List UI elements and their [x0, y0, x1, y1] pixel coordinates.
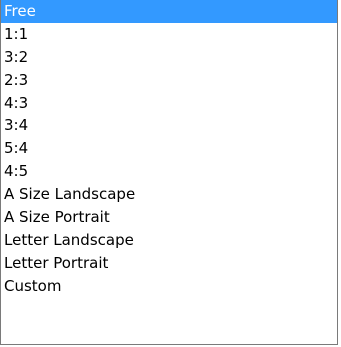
list-item-letter-landscape[interactable]: Letter Landscape	[1, 229, 337, 252]
list-item-4-3[interactable]: 4:3	[1, 92, 337, 115]
list-item-free[interactable]: Free	[1, 0, 337, 23]
aspect-ratio-dropdown-list[interactable]: Free 1:1 3:2 2:3 4:3 3:4 5:4 4:5 A Size …	[0, 0, 338, 345]
list-item-a-size-portrait[interactable]: A Size Portrait	[1, 206, 337, 229]
list-item-2-3[interactable]: 2:3	[1, 69, 337, 92]
list-item-a-size-landscape[interactable]: A Size Landscape	[1, 183, 337, 206]
list-item-custom[interactable]: Custom	[1, 275, 337, 298]
list-item-3-2[interactable]: 3:2	[1, 46, 337, 69]
list-item-5-4[interactable]: 5:4	[1, 137, 337, 160]
list-item-4-5[interactable]: 4:5	[1, 160, 337, 183]
list-item-3-4[interactable]: 3:4	[1, 114, 337, 137]
list-item-1-1[interactable]: 1:1	[1, 23, 337, 46]
list-item-letter-portrait[interactable]: Letter Portrait	[1, 252, 337, 275]
